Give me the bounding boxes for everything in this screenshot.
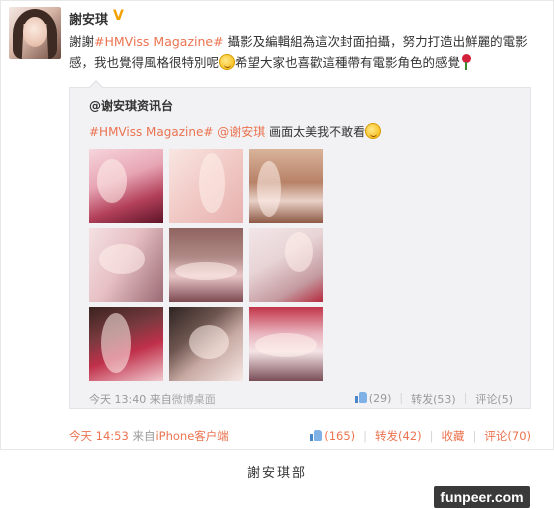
smile-emoji-icon — [219, 54, 236, 70]
post-time[interactable]: 今天 14:53 — [69, 429, 129, 443]
divider: | — [363, 429, 368, 443]
like-count: (165) — [324, 429, 356, 443]
quoted-text: #HMViss Magazine# @谢安琪 画面太美我不敢看 — [89, 123, 382, 141]
thumbs-up-icon — [354, 391, 367, 403]
quoted-text-body: 画面太美我不敢看 — [269, 125, 366, 139]
photo-grid — [89, 149, 323, 381]
weibo-post-card: 謝安琪 V 謝謝#HMViss Magazine# 攝影及編輯組為這次封面拍攝，… — [0, 0, 554, 450]
photo-thumbnail[interactable] — [169, 149, 243, 223]
image-caption: 謝安琪部 — [246, 466, 307, 481]
quoted-topic-link[interactable]: #HMViss Magazine# — [89, 125, 213, 139]
photo-thumbnail[interactable] — [169, 307, 243, 381]
quoted-like-button[interactable]: (29) — [354, 391, 392, 407]
quoted-mention-link[interactable]: @谢安琪 — [217, 125, 265, 139]
rose-emoji-icon — [460, 54, 472, 70]
quoted-footer: 今天 13:40 来自微博桌面 — [89, 391, 216, 407]
quoted-repost-button[interactable]: 转发(53) — [411, 391, 456, 407]
post-text: 謝謝#HMViss Magazine# 攝影及編輯組為這次封面拍攝，努力打造出鮮… — [69, 31, 535, 73]
post-footer: 今天 14:53 来自iPhone客户端 — [69, 428, 229, 444]
post-source-link[interactable]: iPhone客户端 — [155, 429, 228, 443]
quoted-comment-button[interactable]: 评论(5) — [475, 391, 513, 407]
post-actions: (165) | 转发(42) | 收藏 | 评论(70) — [310, 428, 531, 444]
photo-thumbnail[interactable] — [249, 149, 323, 223]
quoted-source-prefix: 来自 — [149, 393, 172, 406]
photo-thumbnail[interactable] — [169, 228, 243, 302]
verified-icon: V — [113, 8, 124, 24]
post-text-body-2: 希望大家也喜歡這種帶有電影角色的感覺 — [235, 55, 461, 70]
quoted-author[interactable]: @谢安琪资讯台 — [89, 97, 173, 114]
divider: | — [399, 391, 404, 404]
thumbs-up-icon — [310, 429, 323, 441]
quoted-time[interactable]: 今天 13:40 — [89, 393, 146, 406]
avatar-face — [23, 17, 47, 47]
quoted-actions: (29) | 转发(53) | 评论(5) — [354, 391, 513, 407]
comment-button[interactable]: 评论(70) — [484, 428, 531, 444]
post-text-prefix: 謝謝 — [69, 34, 95, 49]
post-source-prefix: 来自 — [132, 429, 156, 443]
photo-thumbnail[interactable] — [249, 228, 323, 302]
quoted-like-count: (29) — [368, 392, 392, 405]
topic-link[interactable]: #HMViss Magazine# — [94, 34, 224, 49]
smile-emoji-icon — [365, 123, 382, 139]
photo-thumbnail[interactable] — [89, 228, 163, 302]
photo-thumbnail[interactable] — [89, 307, 163, 381]
photo-thumbnail[interactable] — [249, 307, 323, 381]
divider: | — [429, 429, 434, 443]
quote-arrow-fill — [90, 82, 102, 88]
favorite-button[interactable]: 收藏 — [442, 428, 465, 444]
author-avatar[interactable] — [9, 7, 61, 59]
like-button[interactable]: (165) — [310, 429, 355, 443]
author-name[interactable]: 謝安琪 — [69, 9, 108, 28]
divider: | — [463, 391, 468, 404]
divider: | — [472, 429, 477, 443]
quoted-source-link[interactable]: 微博桌面 — [172, 393, 216, 406]
repost-button[interactable]: 转发(42) — [375, 428, 422, 444]
site-watermark: funpeer.com — [434, 486, 530, 508]
photo-thumbnail[interactable] — [89, 149, 163, 223]
